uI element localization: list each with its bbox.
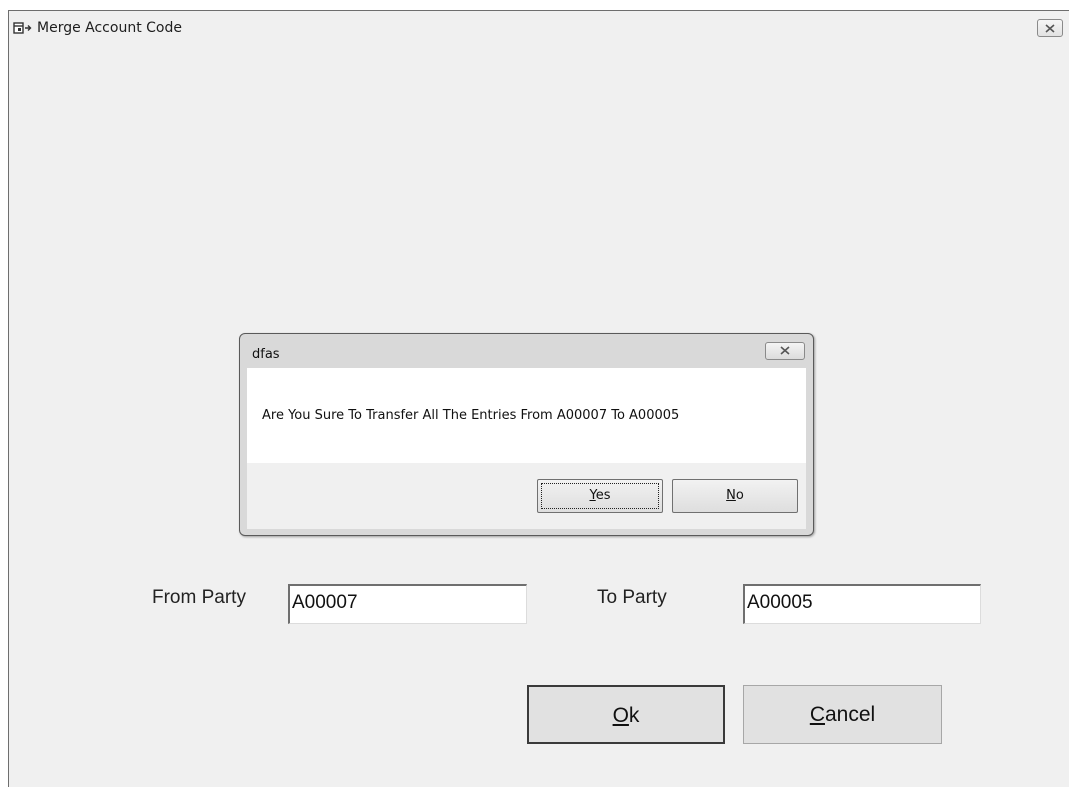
no-button-label: o	[735, 488, 744, 503]
yes-button-label: es	[595, 488, 611, 503]
ok-button-label: k	[628, 704, 640, 727]
close-icon	[1045, 24, 1055, 33]
ok-button-mnemonic: O	[612, 704, 629, 727]
window-close-button[interactable]	[1037, 19, 1063, 37]
dialog-content: Are You Sure To Transfer All The Entries…	[247, 368, 806, 463]
ok-button[interactable]: Ok	[527, 685, 725, 744]
no-button-mnemonic: N	[726, 488, 736, 503]
dialog-footer: Yes No	[247, 463, 806, 529]
window-title: Merge Account Code	[37, 20, 182, 36]
dialog-title: dfas	[252, 347, 280, 362]
close-icon	[780, 346, 790, 355]
yes-button[interactable]: Yes	[537, 479, 663, 513]
merge-account-window: Merge Account Code From Party A00007 To …	[8, 10, 1069, 787]
to-party-input[interactable]: A00005	[743, 584, 981, 624]
dialog-close-button[interactable]	[765, 342, 805, 360]
app-window-icon	[13, 21, 35, 35]
cancel-button-mnemonic: C	[809, 703, 825, 726]
from-party-input[interactable]: A00007	[288, 584, 527, 624]
cancel-button-label: ancel	[824, 703, 876, 726]
title-bar: Merge Account Code	[9, 11, 1069, 45]
yes-button-mnemonic: Y	[589, 488, 596, 503]
dialog-message: Are You Sure To Transfer All The Entries…	[262, 408, 680, 423]
no-button[interactable]: No	[672, 479, 798, 513]
from-party-label: From Party	[152, 587, 246, 608]
cancel-button[interactable]: Cancel	[743, 685, 942, 744]
to-party-label: To Party	[597, 587, 667, 608]
confirm-dialog: dfas Are You Sure To Transfer All The En…	[239, 333, 814, 536]
